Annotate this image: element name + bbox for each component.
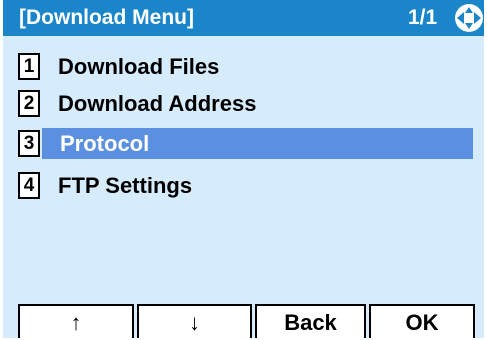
phone-display: [Download Menu] 1/1 1 Download Files 2 D… [0, 0, 487, 338]
selection-highlight: Protocol [42, 128, 473, 159]
softkey-up-arrow[interactable]: ↑ [18, 304, 134, 338]
menu-item-label-area: Download Files [42, 51, 473, 82]
softkey-ok[interactable]: OK [369, 304, 475, 338]
softkey-back[interactable]: Back [255, 304, 366, 338]
menu-item-number: 2 [18, 90, 40, 117]
four-way-navigation-icon [455, 4, 483, 32]
title-bar: [Download Menu] 1/1 [3, 0, 484, 36]
menu-item-download-files[interactable]: 1 Download Files [18, 51, 474, 82]
menu-item-label-area: FTP Settings [42, 170, 473, 201]
menu-item-number: 1 [18, 53, 40, 80]
softkey-down-arrow[interactable]: ↓ [137, 304, 252, 338]
menu-item-protocol[interactable]: 3 Protocol [18, 128, 474, 159]
menu-item-label-area: Download Address [42, 88, 473, 119]
menu-item-download-address[interactable]: 2 Download Address [18, 88, 474, 119]
menu-item-label: FTP Settings [58, 173, 193, 198]
menu-item-label: Download Address [58, 91, 257, 116]
menu-item-label: Protocol [60, 131, 150, 156]
menu-title: [Download Menu] [19, 6, 194, 29]
menu-item-ftp-settings[interactable]: 4 FTP Settings [18, 170, 474, 201]
menu-item-label: Download Files [58, 54, 220, 79]
menu-item-number: 4 [18, 172, 40, 199]
menu-item-number: 3 [18, 130, 40, 157]
page-indicator: 1/1 [408, 6, 438, 29]
